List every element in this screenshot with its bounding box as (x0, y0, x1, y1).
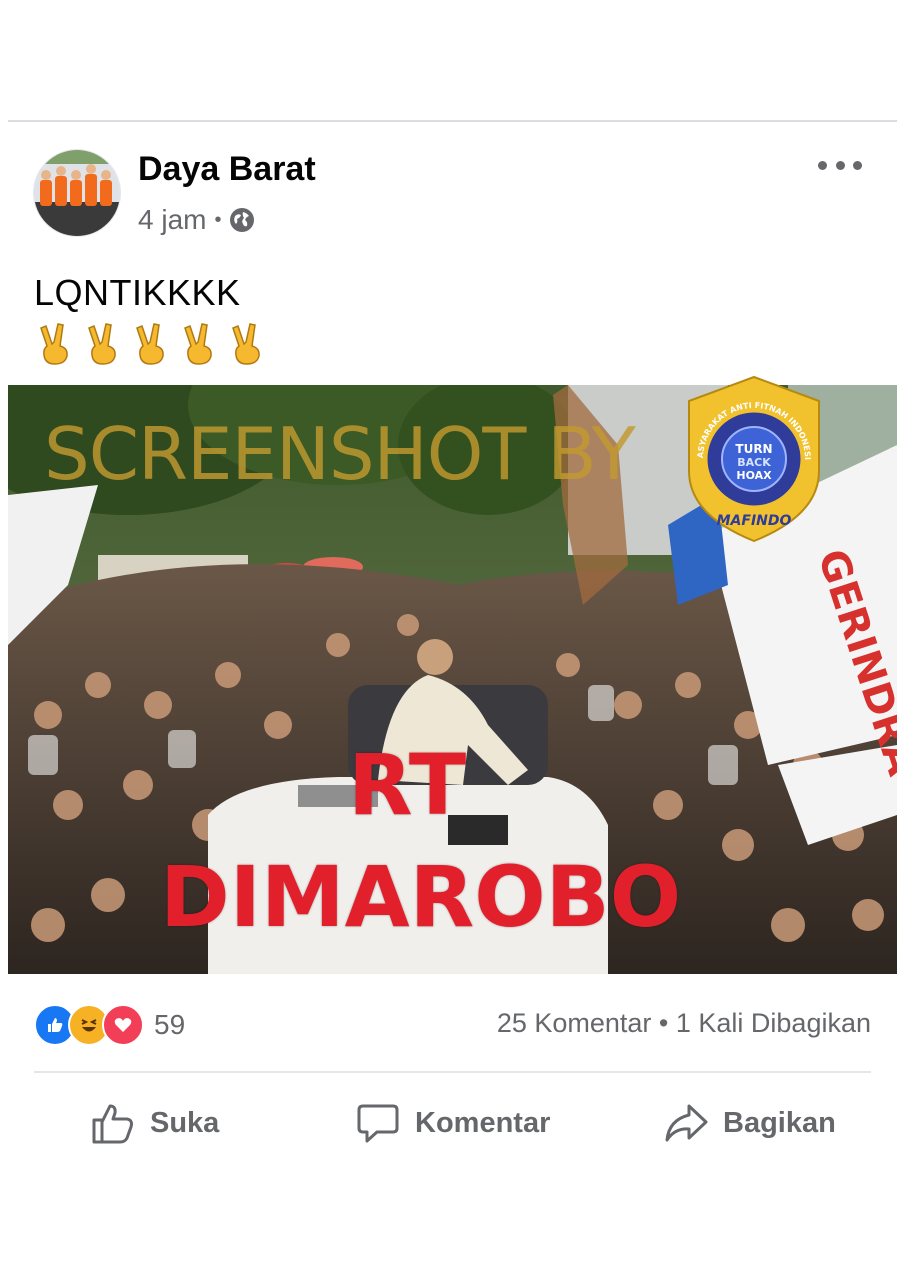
more-dot (853, 160, 862, 170)
thumbs-up-icon (92, 1104, 133, 1144)
post-time[interactable]: 4 jam (138, 204, 206, 236)
like-button[interactable]: Suka (90, 1095, 219, 1151)
top-divider (8, 120, 897, 122)
comment-icon (357, 1104, 399, 1143)
avatar[interactable] (34, 150, 120, 236)
share-arrow-icon (665, 1104, 708, 1142)
author-name[interactable]: Daya Barat (138, 150, 316, 189)
actions-divider (34, 1071, 871, 1073)
meta-separator: • (214, 208, 222, 231)
victory-hand-emoji (136, 323, 164, 365)
globe-icon (230, 208, 255, 232)
watermark-text: SCREENSHOT BY (44, 412, 636, 496)
overlay-text-line2: DIMAROBO (160, 848, 682, 946)
badge-line3: HOAX (736, 469, 772, 482)
share-label: Bagikan (723, 1106, 836, 1139)
post-caption: LQNTIKKKK (34, 272, 241, 313)
more-dot (835, 160, 845, 170)
turnbackhoax-badge: MASYARAKAT ANTI FITNAH INDONESIA TURN BA… (683, 375, 820, 543)
badge-line2: BACK (737, 456, 771, 469)
like-label: Suka (150, 1106, 220, 1139)
victory-hand-emoji (232, 323, 260, 365)
victory-hand-emoji (40, 323, 68, 365)
victory-hand-emoji (184, 323, 212, 365)
comment-button[interactable]: Komentar (355, 1095, 550, 1151)
post-meta: 4 jam • (138, 200, 255, 240)
share-button[interactable]: Bagikan (663, 1095, 836, 1151)
comments-shares-count[interactable]: 25 Komentar • 1 Kali Dibagikan (497, 1008, 871, 1039)
love-reaction-icon (102, 1004, 144, 1046)
comment-label: Komentar (415, 1106, 551, 1139)
caption-emojis (38, 322, 264, 366)
reaction-summary[interactable]: 59 (34, 1004, 185, 1046)
more-options-button[interactable] (818, 150, 862, 180)
badge-line1: TURN (735, 442, 772, 456)
victory-hand-emoji (88, 323, 116, 365)
overlay-text-line1: RT (348, 736, 467, 834)
badge-bottom-text: MAFINDO (717, 513, 792, 529)
reaction-count: 59 (154, 1009, 186, 1040)
more-dot (818, 160, 827, 170)
